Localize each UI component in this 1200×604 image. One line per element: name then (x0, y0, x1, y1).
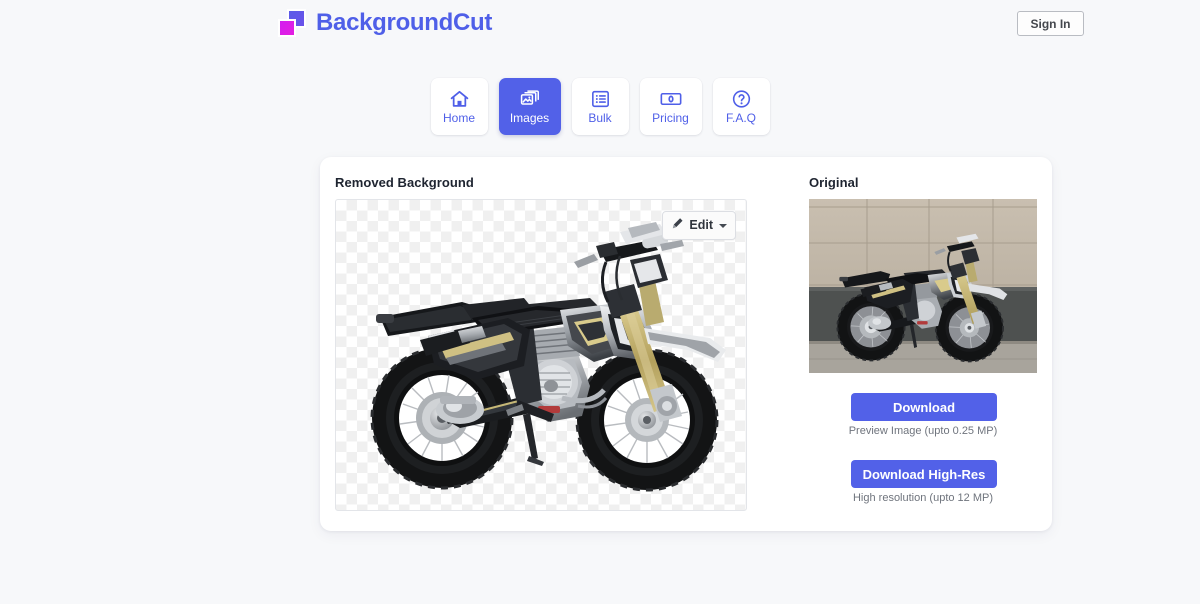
sign-in-button[interactable]: Sign In (1017, 11, 1084, 36)
original-image-preview[interactable] (809, 199, 1037, 373)
caret-down-icon (719, 223, 727, 228)
dirt-bike-cutout-image (370, 222, 726, 492)
nav-tab-bulk[interactable]: Bulk (571, 78, 629, 135)
nav-tab-faq-label: F.A.Q (725, 110, 756, 125)
nav-tab-pricing-label: Pricing (652, 110, 689, 125)
page-header: BackgroundCut Sign In (0, 0, 1200, 50)
brand-logo-link[interactable]: BackgroundCut (278, 9, 492, 37)
brush-icon (671, 217, 684, 235)
removed-background-preview[interactable]: Edit (335, 199, 747, 511)
nav-tab-faq[interactable]: F.A.Q (712, 78, 770, 135)
dirt-bike-original-image (809, 199, 1037, 373)
nav-tab-home[interactable]: Home (430, 78, 488, 135)
list-icon (590, 89, 611, 109)
original-title: Original (809, 175, 859, 190)
logo-square-pink (278, 19, 296, 37)
banknote-icon (660, 89, 682, 109)
two-squares-logo-icon (278, 9, 306, 37)
download-highres-button[interactable]: Download High-Res (851, 460, 997, 488)
download-button[interactable]: Download (851, 393, 997, 421)
download-highres-caption: High resolution (upto 12 MP) (852, 492, 993, 504)
images-icon (519, 89, 540, 109)
result-card: Removed Background Edit Original Downloa… (320, 157, 1052, 531)
nav-tab-pricing[interactable]: Pricing (639, 78, 702, 135)
download-caption: Preview Image (upto 0.25 MP) (848, 425, 998, 437)
primary-nav: Home Images Bulk Pricing F.A.Q (0, 78, 1200, 135)
question-circle-icon (731, 89, 752, 109)
brand-name: BackgroundCut (316, 9, 493, 36)
edit-button-label: Edit (689, 218, 713, 232)
edit-button[interactable]: Edit (662, 211, 736, 240)
nav-tab-home-label: Home (442, 110, 475, 125)
nav-tab-bulk-label: Bulk (588, 110, 612, 125)
removed-background-title: Removed Background (335, 175, 474, 190)
home-icon (449, 89, 470, 109)
nav-tab-images[interactable]: Images (498, 78, 561, 135)
nav-tab-images-label: Images (509, 110, 550, 125)
